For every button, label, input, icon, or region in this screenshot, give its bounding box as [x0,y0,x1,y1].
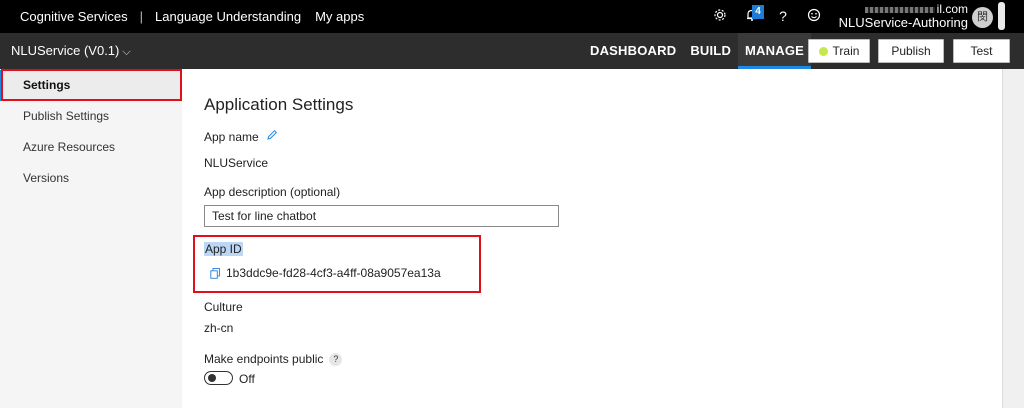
train-button[interactable]: Train [808,39,870,63]
account-tenant: NLUService-Authoring [838,15,968,30]
question-icon[interactable]: ? [329,353,343,366]
app-name-label: App name [204,130,259,144]
top-navigation-bar: Cognitive Services | Language Understand… [0,0,1024,33]
app-version-selector[interactable]: NLUService (V0.1) ⌵ [11,33,131,69]
description-label: App description (optional) [204,185,341,199]
culture-value: zh-cn [204,321,234,335]
endpoints-label-row: Make endpoints public? [204,352,343,366]
sidebar-item-azure-resources[interactable]: Azure Resources [0,132,182,163]
language-understanding-link[interactable]: Language Understanding [155,9,301,24]
app-name-value: NLUService [204,156,269,170]
account-info[interactable]: il.com NLUService-Authoring [839,2,968,30]
endpoints-label: Make endpoints public [204,352,324,366]
train-button-label: Train [832,44,860,58]
culture-label: Culture [204,300,243,314]
app-tabs: DASHBOARD BUILD MANAGE [583,33,812,69]
tab-dashboard[interactable]: DASHBOARD [583,33,683,69]
window-scroll-thumb[interactable] [998,2,1005,30]
my-apps-link[interactable]: My apps [315,9,364,24]
train-status-dot [818,47,828,56]
sidebar-item-publish-settings[interactable]: Publish Settings [0,101,182,132]
toggle-knob [208,374,216,382]
endpoints-public-toggle[interactable] [204,371,233,385]
account-email: il.com [839,2,968,16]
app-version-label: NLUService (V0.1) [11,43,120,58]
gear-icon[interactable] [712,8,728,24]
description-input[interactable]: Test for line chatbot [204,205,559,227]
app-bar: NLUService (V0.1) ⌵ DASHBOARD BUILD MANAG… [0,33,1024,69]
tab-build[interactable]: BUILD [683,33,738,69]
notification-count-badge: 4 [752,5,764,19]
smiley-icon[interactable] [806,8,822,24]
sidebar: Settings Publish Settings Azure Resource… [0,69,182,408]
sidebar-item-versions[interactable]: Versions [0,163,182,194]
product-breadcrumb: Cognitive Services | Language Understand… [20,0,364,33]
cognitive-services-link[interactable]: Cognitive Services [20,9,128,24]
vertical-scrollbar[interactable] [1002,69,1024,408]
page-title: Application Settings [204,95,354,114]
highlight-box-app-id [193,235,481,293]
chevron-down-icon: ⌵ [122,46,131,58]
breadcrumb-separator: | [139,9,144,24]
app-name-label-row: App name [204,129,278,144]
tab-manage[interactable]: MANAGE [738,33,812,69]
highlight-box-settings [1,69,182,101]
avatar[interactable]: 閔 [972,7,993,28]
test-button[interactable]: Test [953,39,1010,63]
publish-button[interactable]: Publish [878,39,944,63]
pencil-icon[interactable] [266,129,278,144]
toggle-state-label: Off [239,372,255,386]
help-icon[interactable]: ? [775,8,791,24]
